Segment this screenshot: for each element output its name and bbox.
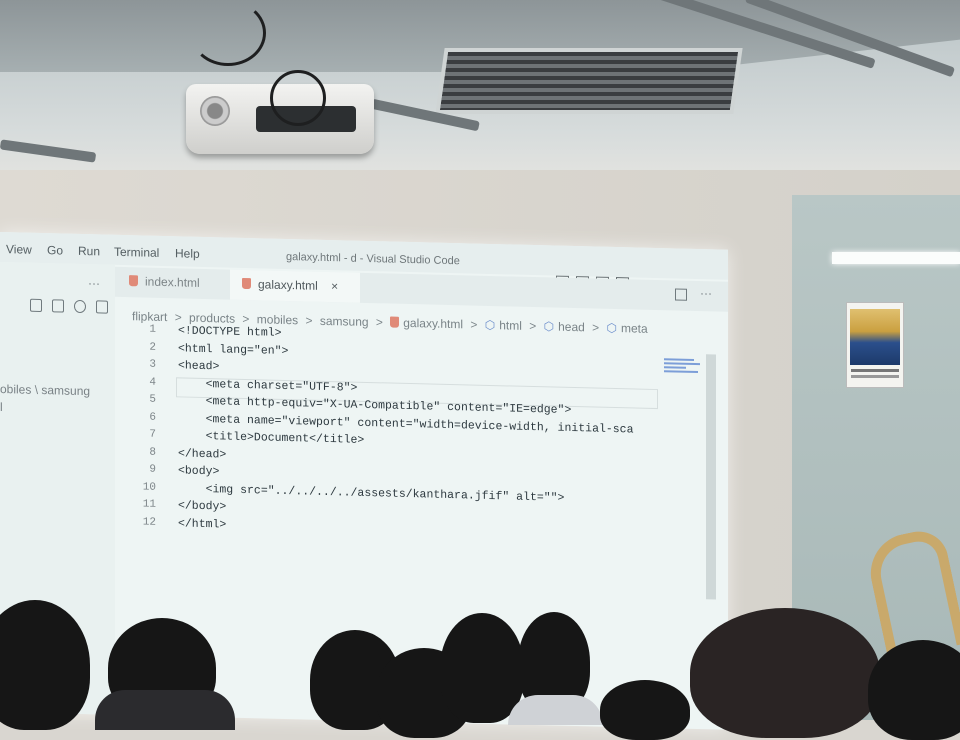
- breadcrumb-item[interactable]: mobiles: [257, 312, 298, 327]
- html5-icon: [129, 275, 138, 287]
- breadcrumb-item[interactable]: html: [499, 318, 522, 333]
- portrait-picture: [850, 309, 900, 365]
- photo-caption: [851, 369, 899, 372]
- menu-run[interactable]: Run: [78, 244, 100, 259]
- line-number: 5: [149, 393, 156, 406]
- audience-head: [600, 680, 690, 740]
- line-number: 6: [149, 411, 156, 424]
- editor-scrollbar[interactable]: [706, 354, 716, 600]
- html5-icon: [242, 277, 251, 290]
- tab-label: galaxy.html: [258, 277, 318, 293]
- audience-head: [690, 608, 880, 738]
- ceiling-vent: [435, 48, 743, 114]
- tab-index-html[interactable]: index.html: [115, 267, 239, 300]
- line-number: 2: [149, 341, 156, 354]
- menu-view[interactable]: View: [6, 242, 32, 257]
- breadcrumb-separator: >: [242, 311, 250, 327]
- new-file-icon[interactable]: [30, 298, 42, 313]
- line-number: 10: [142, 480, 156, 494]
- collapse-all-icon[interactable]: [96, 300, 108, 314]
- split-editor-icon[interactable]: [675, 288, 687, 301]
- tab-label: index.html: [145, 274, 200, 290]
- breadcrumb-separator: >: [174, 310, 182, 325]
- wall-light: [832, 252, 960, 264]
- line-number: 4: [149, 376, 156, 389]
- projector-cable: [190, 0, 266, 66]
- menu-go[interactable]: Go: [47, 243, 63, 257]
- line-number: 12: [142, 515, 156, 529]
- explorer-item[interactable]: l: [0, 400, 3, 414]
- breadcrumb-item[interactable]: flipkart: [132, 309, 167, 324]
- symbol-icon: ⬡: [543, 319, 555, 334]
- code-text: <html lang="en">: [178, 341, 289, 358]
- breadcrumb-item[interactable]: samsung: [320, 314, 369, 329]
- code-editor[interactable]: 1 <!DOCTYPE html> 2 <html lang="en"> 3 <head>…: [120, 323, 660, 556]
- audience-head: [868, 640, 960, 740]
- audience-head: [440, 613, 524, 723]
- explorer-more-icon[interactable]: ···: [88, 276, 100, 290]
- projector-lens: [200, 96, 230, 126]
- menu-help[interactable]: Help: [175, 246, 200, 261]
- symbol-icon: ⬡: [606, 320, 617, 336]
- code-text: </body>: [178, 499, 227, 514]
- editor-more-icon[interactable]: ···: [700, 286, 712, 300]
- symbol-icon: ⬡: [484, 317, 496, 333]
- code-text: </head>: [178, 446, 227, 462]
- breadcrumb-item[interactable]: products: [189, 311, 235, 326]
- code-text: <img src="../../../../assests/kanthara.j…: [178, 481, 565, 505]
- close-tab-icon[interactable]: ×: [331, 279, 338, 293]
- projector-cable: [270, 70, 326, 126]
- line-number: 9: [149, 463, 156, 476]
- line-number: 7: [149, 428, 156, 441]
- tab-galaxy-html[interactable]: galaxy.html ×: [230, 269, 360, 303]
- breadcrumb-separator: >: [592, 320, 600, 335]
- breadcrumb-separator: >: [375, 315, 383, 330]
- code-text: </html>: [178, 516, 227, 532]
- code-text: <body>: [178, 464, 220, 479]
- wall-photo: [846, 302, 904, 388]
- breadcrumb-item[interactable]: galaxy.html: [403, 316, 463, 331]
- audience-body: [95, 690, 235, 730]
- line-number: 3: [149, 358, 156, 371]
- audience-body: [508, 695, 603, 725]
- line-number: 11: [142, 498, 156, 511]
- line-number: 1: [149, 323, 156, 336]
- menu-terminal[interactable]: Terminal: [114, 245, 159, 260]
- code-text: <title>Document</title>: [178, 429, 365, 447]
- breadcrumb-separator: >: [470, 317, 478, 332]
- refresh-icon[interactable]: [74, 299, 86, 314]
- explorer-folder-path[interactable]: obiles \ samsung: [0, 382, 90, 398]
- breadcrumb-item[interactable]: meta: [621, 321, 648, 336]
- code-text: <!DOCTYPE html>: [178, 324, 282, 340]
- breadcrumb-item[interactable]: head: [558, 320, 585, 335]
- new-folder-icon[interactable]: [52, 299, 64, 313]
- code-text: <head>: [178, 359, 220, 374]
- breadcrumb-separator: >: [305, 313, 313, 328]
- window-title: galaxy.html - d - Visual Studio Code: [286, 250, 460, 268]
- html5-icon: [390, 316, 400, 328]
- line-number: 8: [149, 446, 156, 459]
- minimap[interactable]: [664, 356, 704, 385]
- breadcrumb-separator: >: [529, 318, 537, 334]
